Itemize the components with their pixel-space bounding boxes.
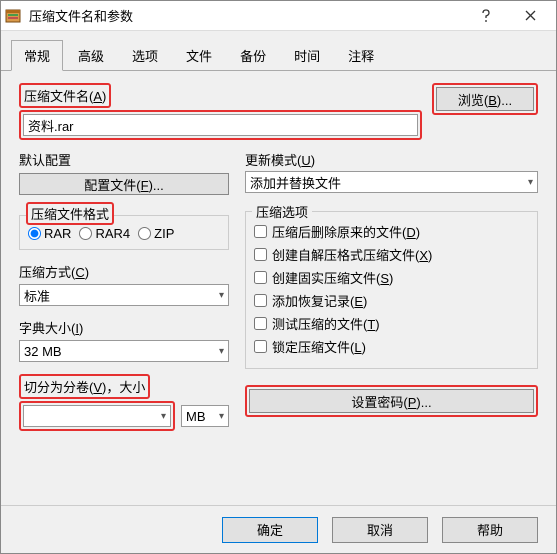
profile-button[interactable]: 配置文件(F)... — [19, 173, 229, 195]
window-title: 压缩文件名和参数 — [29, 6, 464, 25]
dict-label: 字典大小(I) — [19, 318, 229, 337]
help-button-footer[interactable]: 帮助 — [442, 517, 538, 543]
split-unit-combo[interactable]: MB▾ — [181, 405, 229, 427]
chk-solid[interactable]: 创建固实压缩文件(S) — [254, 268, 529, 287]
chk-lock[interactable]: 锁定压缩文件(L) — [254, 337, 529, 356]
chk-test[interactable]: 测试压缩的文件(T) — [254, 314, 529, 333]
browse-button[interactable]: 浏览(B)... — [436, 87, 534, 111]
tab-body: 压缩文件名(A) 浏览(B)... 默认配置 配置文件(F — [1, 71, 556, 441]
format-group: 压缩文件格式 RAR RAR4 ZIP — [19, 215, 229, 250]
split-size-combo[interactable]: ▾ — [23, 405, 171, 427]
titlebar: 压缩文件名和参数 — [1, 1, 556, 31]
options-legend: 压缩选项 — [252, 202, 312, 221]
chevron-down-icon: ▾ — [161, 411, 166, 422]
chevron-down-icon: ▾ — [219, 346, 224, 357]
radio-zip[interactable]: ZIP — [138, 226, 174, 241]
tab-backup[interactable]: 备份 — [227, 40, 279, 71]
tab-options[interactable]: 选项 — [119, 40, 171, 71]
close-button[interactable] — [508, 2, 552, 30]
method-combo[interactable]: 标准▾ — [19, 284, 229, 306]
update-combo[interactable]: 添加并替换文件▾ — [245, 171, 538, 193]
radio-rar[interactable]: RAR — [28, 226, 71, 241]
chevron-down-icon: ▾ — [219, 411, 224, 422]
app-icon — [5, 8, 21, 24]
dict-combo[interactable]: 32 MB▾ — [19, 340, 229, 362]
method-label: 压缩方式(C) — [19, 262, 229, 281]
options-group: 压缩选项 压缩后删除原来的文件(D) 创建自解压格式压缩文件(X) 创建固实压缩… — [245, 211, 538, 369]
help-button[interactable] — [464, 2, 508, 30]
tab-advanced[interactable]: 高级 — [65, 40, 117, 71]
cancel-button[interactable]: 取消 — [332, 517, 428, 543]
default-config-section: 默认配置 配置文件(F)... — [19, 150, 229, 195]
chk-sfx[interactable]: 创建自解压格式压缩文件(X) — [254, 245, 529, 264]
tab-time[interactable]: 时间 — [281, 40, 333, 71]
tab-files[interactable]: 文件 — [173, 40, 225, 71]
tab-comment[interactable]: 注释 — [335, 40, 387, 71]
chk-recovery[interactable]: 添加恢复记录(E) — [254, 291, 529, 310]
chk-delete-after[interactable]: 压缩后删除原来的文件(D) — [254, 222, 529, 241]
format-legend: 压缩文件格式 — [26, 202, 114, 225]
filename-input[interactable] — [23, 114, 418, 136]
default-config-label: 默认配置 — [19, 150, 71, 169]
split-label: 切分为分卷(V)，大小 — [19, 374, 150, 399]
update-label: 更新模式(U) — [245, 150, 315, 169]
set-password-button[interactable]: 设置密码(P)... — [249, 389, 534, 413]
tab-general[interactable]: 常规 — [11, 40, 63, 71]
filename-label: 压缩文件名(A) — [19, 83, 111, 108]
tabstrip: 常规 高级 选项 文件 备份 时间 注释 — [1, 31, 556, 71]
dialog-window: 压缩文件名和参数 常规 高级 选项 文件 备份 时间 注释 压缩文件名(A) — [0, 0, 557, 554]
chevron-down-icon: ▾ — [528, 177, 533, 188]
radio-rar4[interactable]: RAR4 — [79, 226, 130, 241]
chevron-down-icon: ▾ — [219, 290, 224, 301]
footer: 确定 取消 帮助 — [1, 505, 556, 553]
ok-button[interactable]: 确定 — [222, 517, 318, 543]
